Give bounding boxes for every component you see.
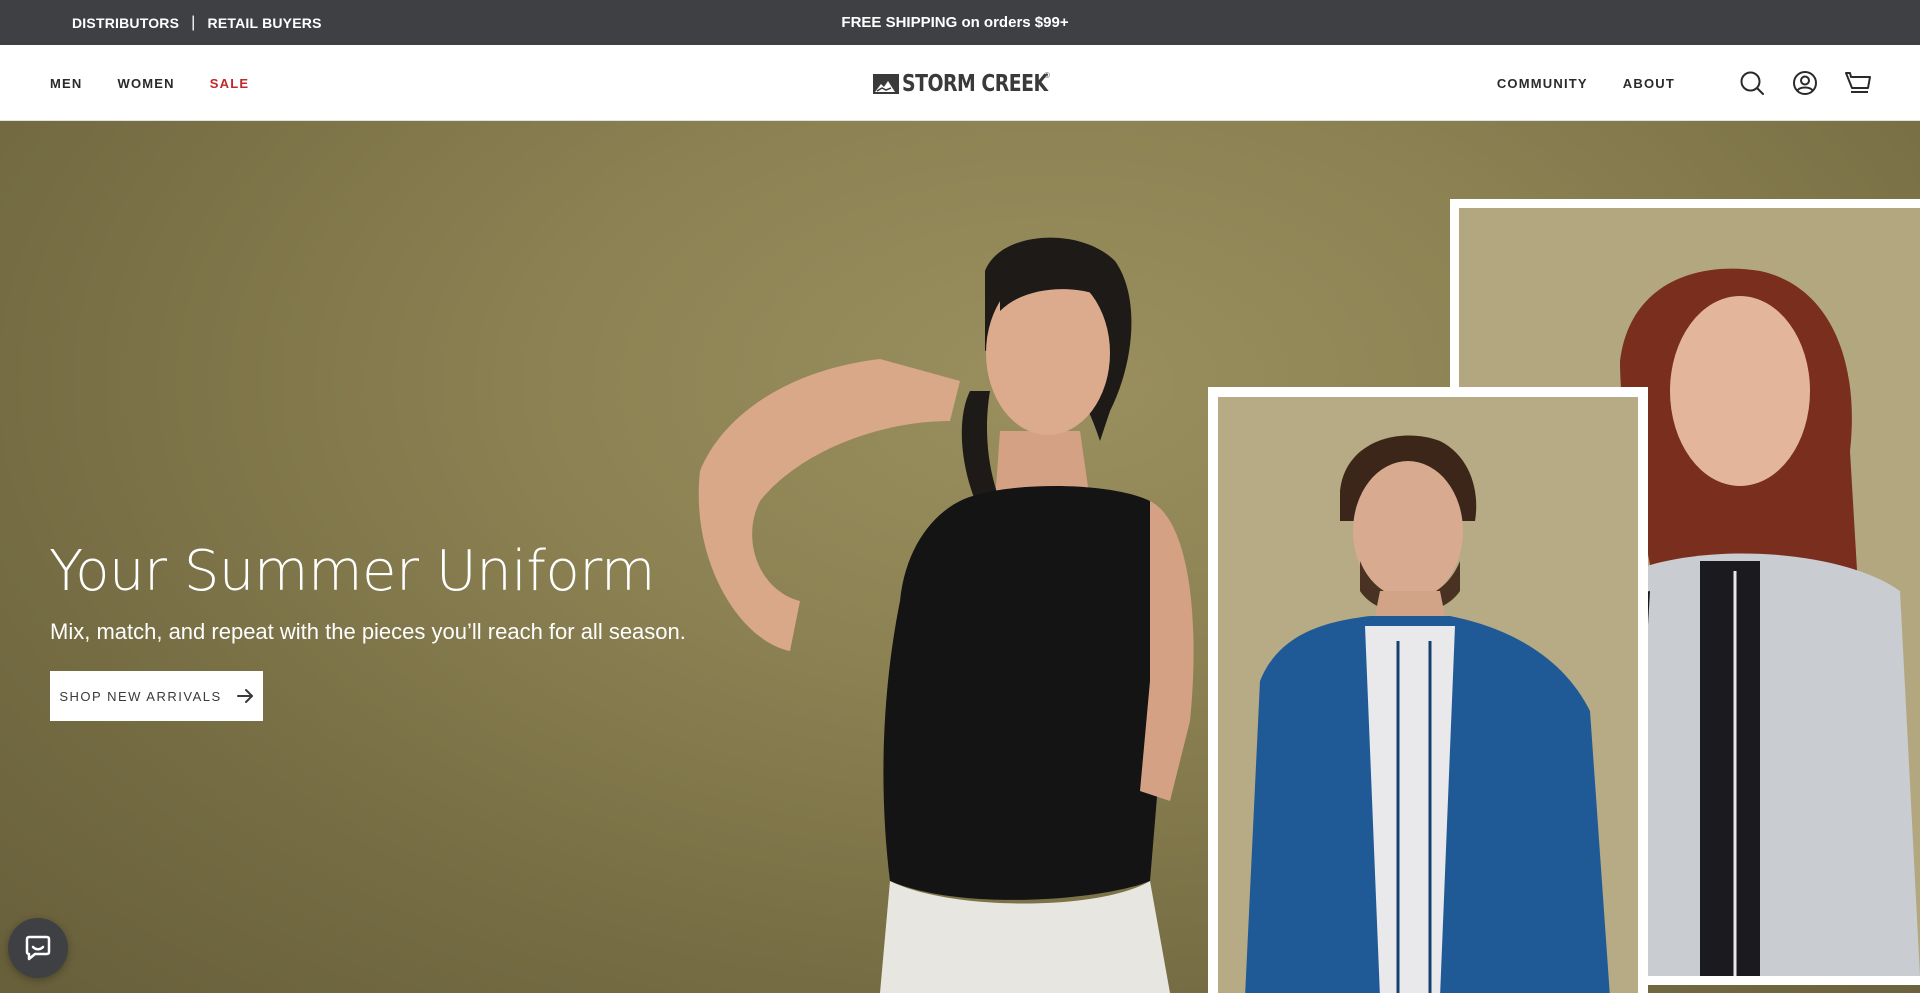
chat-icon [25,935,51,961]
hero-banner: Your Summer Uniform Mix, match, and repe… [0,121,1920,993]
nav-about[interactable]: ABOUT [1623,76,1675,91]
shop-new-arrivals-label: SHOP NEW ARRIVALS [59,688,222,704]
arrow-right-icon [236,689,253,703]
secondary-nav: COMMUNITY ABOUT [1497,45,1872,121]
nav-sale[interactable]: SALE [210,76,249,91]
nav-men[interactable]: MEN [50,76,83,91]
logo-mark-icon [873,74,899,94]
cart-icon[interactable] [1844,69,1872,97]
announcement-bar: DISTRIBUTORS | RETAIL BUYERS FREE SHIPPI… [0,0,1920,45]
logo-registered-mark: ® [1044,71,1050,80]
nav-women[interactable]: WOMEN [118,76,175,91]
primary-nav: MEN WOMEN SALE [50,45,249,121]
logo-wordmark: STORM CREEK [902,71,1048,97]
shipping-text: FREE SHIPPING on orders $99+ [841,14,1069,31]
shipping-message: FREE SHIPPING on orders $99+ [0,0,1910,45]
shop-new-arrivals-button[interactable]: SHOP NEW ARRIVALS [50,671,263,721]
hero-title: Your Summer Uniform [49,539,655,604]
storm-creek-logo[interactable]: STORM CREEK ® [873,69,1080,99]
nav-community[interactable]: COMMUNITY [1497,76,1588,91]
account-icon[interactable] [1791,69,1819,97]
search-icon[interactable] [1738,69,1766,97]
model-woman-black-top [698,237,1194,993]
site-header: MEN WOMEN SALE STORM CREEK ® COMMUNITY A… [0,45,1920,121]
chat-button[interactable] [8,918,68,978]
photo-frame-man-blue-jacket [1208,387,1648,993]
hero-subtitle: Mix, match, and repeat with the pieces y… [50,619,686,644]
